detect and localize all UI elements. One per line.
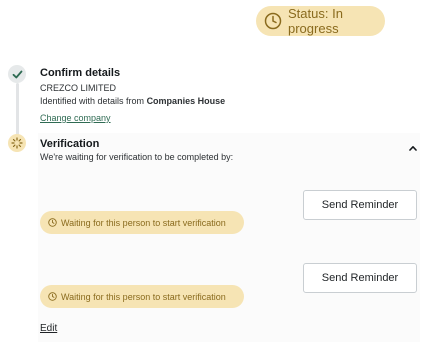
loading-spinner-icon <box>11 137 23 149</box>
step-complete-indicator <box>8 65 26 83</box>
verification-status-text: Waiting for this person to start verific… <box>61 291 226 302</box>
verification-status-text: Waiting for this person to start verific… <box>61 217 226 228</box>
identified-source-text: Identified with details from Companies H… <box>40 95 370 108</box>
verification-status-badge: Waiting for this person to start verific… <box>40 211 244 234</box>
verification-status-badge: Waiting for this person to start verific… <box>40 285 244 308</box>
status-badge: Status: In progress <box>256 6 385 36</box>
identified-prefix: Identified with details from <box>40 96 147 106</box>
step-title: Confirm details <box>40 67 121 79</box>
status-label: Status: In progress <box>288 6 343 36</box>
clock-icon <box>48 292 57 301</box>
verification-subtitle: We're waiting for verification to be com… <box>40 152 234 162</box>
chevron-up-icon <box>409 146 417 151</box>
check-icon <box>12 70 22 78</box>
confirm-details-step: Confirm details CREZCO LIMITED Identifie… <box>40 67 370 126</box>
verification-panel: Verification We're waiting for verificat… <box>38 133 420 342</box>
clock-icon <box>264 12 282 30</box>
timeline-connector <box>16 83 19 135</box>
edit-link[interactable]: Edit <box>40 323 57 334</box>
step-in-progress-indicator <box>8 134 26 152</box>
send-reminder-button[interactable]: Send Reminder <box>303 263 417 293</box>
change-company-link[interactable]: Change company <box>40 113 111 123</box>
clock-icon <box>48 218 57 227</box>
send-reminder-button[interactable]: Send Reminder <box>303 190 417 220</box>
company-name: CREZCO LIMITED <box>40 83 117 93</box>
collapse-button[interactable] <box>406 141 420 155</box>
step-title: Verification <box>40 138 100 150</box>
identified-source: Companies House <box>146 96 226 106</box>
